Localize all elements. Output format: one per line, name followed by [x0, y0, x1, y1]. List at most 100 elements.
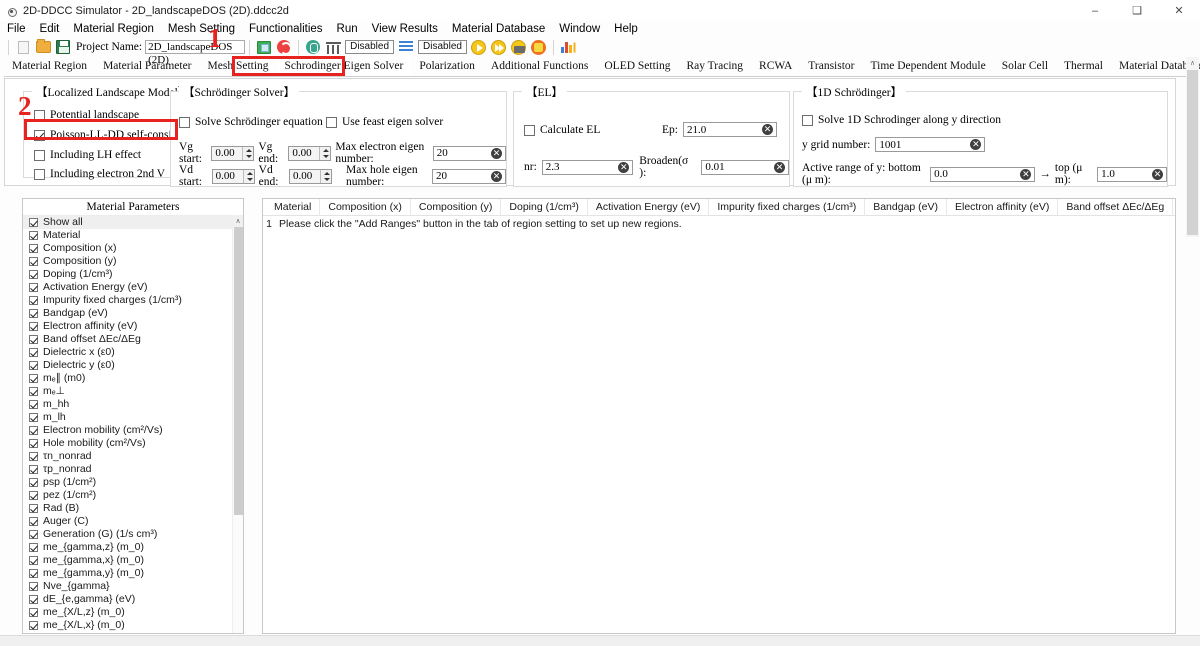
- tab-oled-setting[interactable]: OLED Setting: [596, 57, 678, 76]
- tab-solar-cell[interactable]: Solar Cell: [994, 57, 1056, 76]
- mesh-green-icon[interactable]: [255, 38, 273, 56]
- checkbox-me-xl-x[interactable]: [29, 621, 38, 630]
- checkbox-hole-mobility[interactable]: [29, 439, 38, 448]
- list-item[interactable]: Bandgap (eV): [23, 307, 243, 320]
- vd-start-arrows[interactable]: [242, 169, 254, 183]
- max-hole-eigen-input[interactable]: 20 ✕: [431, 168, 507, 184]
- checkbox-me-xl-z[interactable]: [29, 608, 38, 617]
- checkbox-potential-landscape[interactable]: Potential landscape: [34, 109, 139, 121]
- vg-end-arrows[interactable]: [319, 146, 331, 160]
- menu-view-results[interactable]: View Results: [365, 21, 445, 37]
- checkbox-box-use-feast-solver[interactable]: [326, 116, 337, 128]
- checkbox-solve-1d-schrodinger[interactable]: Solve 1D Schrodinger along y direction: [802, 114, 1001, 126]
- tab-rcwa[interactable]: RCWA: [751, 57, 800, 76]
- list-item[interactable]: Show all: [23, 216, 243, 229]
- checkbox-box-poisson-ll-dd[interactable]: [34, 129, 45, 141]
- vg-start-arrows[interactable]: [242, 146, 254, 160]
- material-parameters-scrollbar[interactable]: ∧: [232, 215, 243, 633]
- checkbox-me-perp[interactable]: [29, 387, 38, 396]
- menu-material-database[interactable]: Material Database: [445, 21, 552, 37]
- tab-material-region[interactable]: Material Region: [4, 57, 95, 76]
- list-item[interactable]: τn_nonrad: [23, 450, 243, 463]
- stop-orange-icon[interactable]: [530, 38, 548, 56]
- list-item[interactable]: Hole mobility (cm²/Vs): [23, 437, 243, 450]
- vd-start-value[interactable]: 0.00: [212, 169, 243, 183]
- clear-icon[interactable]: ✕: [774, 161, 785, 173]
- list-item[interactable]: Dielectric y (ε0): [23, 359, 243, 372]
- column-header-bandgap[interactable]: Bandgap (eV): [865, 199, 947, 216]
- checkbox-rad-b[interactable]: [29, 504, 38, 513]
- broaden-input[interactable]: 0.01 ✕: [701, 159, 789, 175]
- list-item[interactable]: m_lh: [23, 411, 243, 424]
- vd-end-spinner[interactable]: 0.00: [289, 168, 333, 184]
- tab-additional-functions[interactable]: Additional Functions: [483, 57, 596, 76]
- checkbox-psp[interactable]: [29, 478, 38, 487]
- minimize-button[interactable]: –: [1074, 0, 1116, 21]
- vd-end-arrows[interactable]: [320, 169, 332, 183]
- tab-schrodinger-eigen-solver[interactable]: Schrodinger Eigen Solver: [276, 57, 412, 76]
- ygrid-input[interactable]: 1001 ✕: [875, 137, 986, 152]
- structure-teal-icon[interactable]: [304, 38, 322, 56]
- checkbox-box-including-lh-effect[interactable]: [34, 149, 45, 161]
- checkbox-generation-g[interactable]: [29, 530, 38, 539]
- checkbox-box-solve-1d-schrodinger[interactable]: [802, 114, 813, 126]
- run-fast-forward-icon[interactable]: [490, 38, 508, 56]
- vd-start-down-arrow[interactable]: [244, 176, 254, 183]
- checkbox-pez[interactable]: [29, 491, 38, 500]
- checkbox-dielectric-y[interactable]: [29, 361, 38, 370]
- column-header-impurity-fixed-charges[interactable]: Impurity fixed charges (1/cm³): [709, 199, 866, 216]
- list-item[interactable]: Doping (1/cm³): [23, 268, 243, 281]
- column-header-dielectric-x[interactable]: Dielectric x (ε0): [1173, 199, 1175, 216]
- column-header-material[interactable]: Material: [266, 199, 321, 216]
- checkbox-electron-affinity[interactable]: [29, 322, 38, 331]
- checkbox-bandgap[interactable]: [29, 309, 38, 318]
- clear-icon[interactable]: ✕: [1020, 168, 1032, 180]
- bar-chart-icon[interactable]: [559, 38, 577, 56]
- tab-polarization[interactable]: Polarization: [411, 57, 483, 76]
- vd-end-value[interactable]: 0.00: [290, 169, 321, 183]
- vg-end-spinner[interactable]: 0.00: [288, 145, 332, 161]
- list-item[interactable]: Auger (C): [23, 515, 243, 528]
- ep-input[interactable]: 21.0 ✕: [682, 122, 777, 137]
- clear-icon[interactable]: ✕: [970, 139, 982, 150]
- checkbox-calculate-el[interactable]: Calculate EL: [524, 124, 600, 136]
- list-item[interactable]: mₑ⊥: [23, 385, 243, 398]
- column-header-doping[interactable]: Doping (1/cm³): [501, 199, 588, 216]
- menu-window[interactable]: Window: [552, 21, 607, 37]
- column-header-composition-x[interactable]: Composition (x): [320, 199, 411, 216]
- new-document-icon[interactable]: [14, 38, 32, 56]
- tab-time-dependent-module[interactable]: Time Dependent Module: [863, 57, 994, 76]
- vd-start-spinner[interactable]: 0.00: [211, 168, 255, 184]
- menu-help[interactable]: Help: [607, 21, 645, 37]
- checkbox-electron-mobility[interactable]: [29, 426, 38, 435]
- list-item[interactable]: mₑ∥ (m0): [23, 372, 243, 385]
- scroll-up-icon[interactable]: ∧: [1186, 57, 1199, 69]
- list-item[interactable]: psp (1/cm²): [23, 476, 243, 489]
- checkbox-box-including-electron-2nd-v[interactable]: [34, 168, 45, 180]
- save-icon[interactable]: [54, 38, 72, 56]
- checkbox-including-electron-2nd-v[interactable]: Including electron 2nd V: [34, 168, 165, 180]
- column-header-band-offset[interactable]: Band offset ΔEc/ΔEg: [1058, 199, 1174, 216]
- list-item[interactable]: Material: [23, 229, 243, 242]
- list-item[interactable]: Activation Energy (eV): [23, 281, 243, 294]
- checkbox-me-parallel[interactable]: [29, 374, 38, 383]
- clear-icon[interactable]: ✕: [761, 124, 773, 135]
- checkbox-nve-gamma[interactable]: [29, 582, 38, 591]
- list-item[interactable]: Electron mobility (cm²/Vs): [23, 424, 243, 437]
- page-scrollbar[interactable]: ∧: [1186, 57, 1199, 237]
- run-play-icon[interactable]: [470, 38, 488, 56]
- checkbox-composition-y[interactable]: [29, 257, 38, 266]
- checkbox-doping[interactable]: [29, 270, 38, 279]
- list-item[interactable]: me_{gamma,y} (m_0): [23, 567, 243, 580]
- export-yellow-icon[interactable]: [510, 38, 528, 56]
- vg-start-down-arrow[interactable]: [243, 153, 253, 160]
- list-item[interactable]: Composition (y): [23, 255, 243, 268]
- checkbox-box-calculate-el[interactable]: [524, 124, 535, 136]
- list-item[interactable]: me_{gamma,x} (m_0): [23, 554, 243, 567]
- project-name-input[interactable]: 2D_landscapeDOS (2D): [145, 40, 246, 66]
- clear-icon[interactable]: ✕: [618, 161, 630, 173]
- list-item[interactable]: dE_{e,gamma} (eV): [23, 593, 243, 606]
- checkbox-auger-c[interactable]: [29, 517, 38, 526]
- checkbox-me-gamma-y[interactable]: [29, 569, 38, 578]
- vg-start-value[interactable]: 0.00: [212, 146, 243, 160]
